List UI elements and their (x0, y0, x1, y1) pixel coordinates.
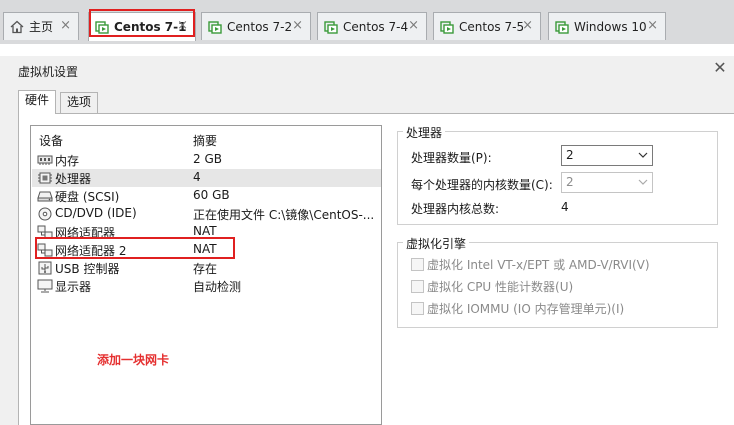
vm-icon (555, 20, 569, 34)
device-name: 内存 (55, 154, 80, 168)
vtx-ept-checkbox[interactable] (411, 257, 424, 271)
cores-per-processor-label: 每个处理器的内核数量(C): (411, 178, 553, 192)
device-row-cd-dvd[interactable]: CD/DVD (IDE) 正在使用文件 C:\镜像\CentOS-... (32, 205, 381, 223)
tab-home[interactable]: 主页 × (3, 12, 79, 40)
processor-count-value: 2 (566, 148, 574, 162)
tab-hardware[interactable]: 硬件 (18, 90, 57, 114)
device-name: USB 控制器 (55, 262, 120, 276)
tab-centos-7-4[interactable]: Centos 7-4 × (317, 12, 427, 40)
tab-centos-7-2[interactable]: Centos 7-2 × (201, 12, 311, 40)
iommu-checkbox[interactable] (411, 301, 424, 315)
device-name: 显示器 (55, 280, 92, 294)
vtx-ept-label: 虚拟化 Intel VT-x/EPT 或 AMD-V/RVI(V) (427, 257, 650, 272)
tab-label: Centos 7-5 (459, 19, 525, 34)
vm-icon (208, 20, 222, 34)
device-row-memory[interactable]: 内存 2 GB (32, 151, 381, 169)
cpu-icon (38, 172, 52, 184)
device-row-processor[interactable]: 处理器 4 (32, 169, 381, 187)
device-summary: 60 GB (193, 188, 230, 202)
vm-tab-strip: 主页 × Centos 7-1 × Centos 7-2 × Centos 7-… (0, 0, 734, 44)
summary-column-header[interactable]: 摘要 (193, 132, 217, 149)
tab-options[interactable]: 选项 (60, 92, 99, 113)
tab-centos-7-5[interactable]: Centos 7-5 × (433, 12, 541, 40)
close-tab-icon[interactable]: × (647, 18, 658, 33)
processor-count-label: 处理器数量(P): (411, 151, 492, 165)
device-row-display[interactable]: 显示器 自动检测 (32, 277, 381, 295)
active-tab-highlight-box (89, 9, 195, 37)
device-list[interactable]: 设备 摘要 内存 2 GB 处理器 4 硬盘 (SCSI) 60 GB CD/D… (30, 125, 382, 425)
memory-icon (37, 155, 53, 165)
close-tab-icon[interactable]: × (292, 18, 303, 33)
cores-per-processor-select[interactable]: 2 (561, 172, 653, 193)
device-summary: NAT (193, 224, 217, 238)
close-tab-icon[interactable]: × (60, 18, 71, 33)
cpu-counters-checkbox[interactable] (411, 279, 424, 293)
tab-label: Centos 7-2 (227, 19, 293, 34)
cpu-counters-label: 虚拟化 CPU 性能计数器(U) (427, 279, 574, 294)
device-summary: 正在使用文件 C:\镜像\CentOS-... (193, 208, 375, 222)
device-summary: 2 GB (193, 152, 222, 166)
chevron-down-icon (638, 179, 648, 185)
total-cores-label: 处理器内核总数: (411, 202, 500, 216)
close-tab-icon[interactable]: × (522, 18, 533, 33)
close-tab-icon[interactable]: × (408, 18, 419, 33)
device-summary: 自动检测 (193, 280, 242, 294)
processor-group-title: 处理器 (403, 124, 446, 141)
cores-per-processor-value: 2 (566, 175, 574, 189)
device-name: CD/DVD (IDE) (55, 206, 137, 220)
processor-count-select[interactable]: 2 (561, 145, 653, 166)
device-column-header[interactable]: 设备 (39, 132, 63, 149)
device-summary: 4 (193, 170, 201, 184)
vtx-ept-checkbox-row[interactable]: 虚拟化 Intel VT-x/EPT 或 AMD-V/RVI(V) (411, 256, 650, 272)
tab-label: Centos 7-4 (343, 19, 409, 34)
hard-disk-icon (37, 191, 53, 202)
tab-label: Windows 10 (574, 19, 647, 34)
cpu-counters-checkbox-row[interactable]: 虚拟化 CPU 性能计数器(U) (411, 278, 573, 294)
device-name: 处理器 (55, 172, 92, 186)
iommu-checkbox-row[interactable]: 虚拟化 IOMMU (IO 内存管理单元)(I) (411, 300, 624, 316)
device-row-hard-disk[interactable]: 硬盘 (SCSI) 60 GB (32, 187, 381, 205)
total-cores-value: 4 (561, 200, 569, 214)
network-adapter-2-highlight-box (35, 237, 235, 259)
iommu-label: 虚拟化 IOMMU (IO 内存管理单元)(I) (427, 301, 625, 316)
device-name: 硬盘 (SCSI) (55, 190, 120, 204)
tab-windows-10[interactable]: Windows 10 × (548, 12, 666, 40)
home-icon (10, 20, 24, 33)
annotation-note: 添加一块网卡 (97, 353, 170, 367)
usb-icon (38, 261, 52, 275)
monitor-icon (37, 279, 53, 293)
dialog-title: 虚拟机设置 (18, 65, 79, 79)
chevron-down-icon (638, 152, 648, 158)
tab-label: 主页 (29, 20, 54, 34)
virtualization-group-title: 虚拟化引擎 (403, 235, 470, 252)
cd-dvd-icon (38, 207, 52, 221)
vm-icon (324, 20, 338, 34)
vm-icon (440, 20, 454, 34)
device-summary: 存在 (193, 262, 218, 276)
close-icon[interactable]: ✕ (710, 59, 730, 79)
device-row-usb-controller[interactable]: USB 控制器 存在 (32, 259, 381, 277)
